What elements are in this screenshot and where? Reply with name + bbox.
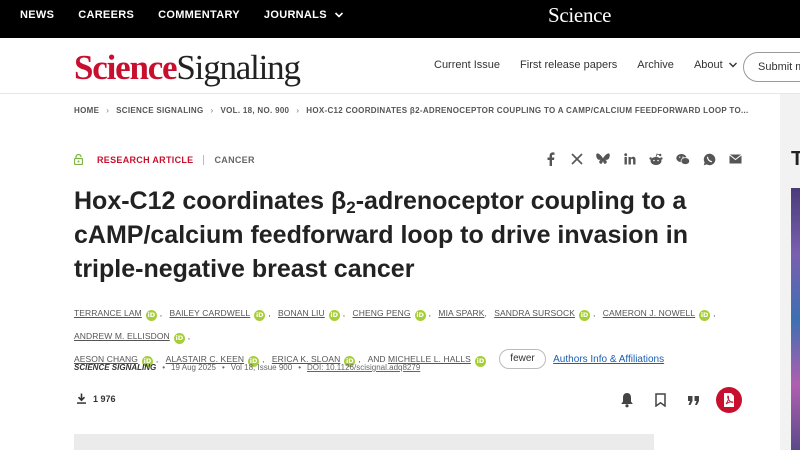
breadcrumb-home[interactable]: HOME	[74, 106, 99, 115]
author-link[interactable]: ANDREW M. ELLISDON	[74, 331, 170, 341]
wechat-icon[interactable]	[675, 152, 690, 166]
author-link[interactable]: CHENG PENG	[352, 308, 410, 318]
breadcrumb-separator: ›	[210, 106, 214, 115]
journal-nav: Current Issue First release papers Archi…	[434, 59, 758, 71]
title-part1: Hox-C12 coordinates β	[74, 187, 347, 215]
nav-current-issue[interactable]: Current Issue	[434, 59, 500, 71]
article-category[interactable]: CANCER	[214, 155, 254, 165]
brand-part2: Signaling	[176, 48, 301, 87]
breadcrumb-separator: ›	[296, 106, 300, 115]
nav-news-label: NEWS	[20, 8, 55, 21]
meta-separator: •	[162, 363, 166, 372]
nav-commentary[interactable]: COMMENTARY	[158, 9, 240, 21]
breadcrumb-separator: ›	[106, 106, 110, 115]
facebook-icon[interactable]	[543, 152, 557, 166]
author-link[interactable]: BONAN LIU	[278, 308, 325, 318]
orcid-icon[interactable]: iD	[173, 333, 185, 344]
reddit-icon[interactable]	[649, 152, 663, 166]
nav-commentary-label: COMMENTARY	[158, 8, 240, 21]
orcid-icon[interactable]: iD	[328, 310, 340, 321]
article-type-label: RESEARCH ARTICLE	[97, 154, 194, 165]
author-link[interactable]: MIA SPARK	[438, 308, 484, 318]
linkedin-icon[interactable]	[623, 152, 637, 166]
publication-date: 19 Aug 2025	[171, 363, 216, 372]
journal-header: ScienceSignaling Current Issue First rel…	[0, 38, 800, 94]
bell-icon[interactable]	[617, 390, 637, 410]
email-icon[interactable]	[729, 152, 743, 166]
author-list: TERRANCE LAM iD, BAILEY CARDWELL iD, BONAN…	[74, 302, 754, 371]
article-meta: SCIENCE SIGNALING • 19 Aug 2025 • Vol 18…	[74, 363, 420, 372]
brand-part1: Science	[74, 48, 178, 87]
fewer-authors-button[interactable]: fewer	[499, 349, 546, 369]
cite-icon[interactable]	[683, 390, 703, 410]
volume-issue[interactable]: Vol 18, Issue 900	[231, 363, 292, 372]
sidebar-cover-image[interactable]	[791, 188, 800, 450]
author-link[interactable]: BAILEY CARDWELL	[170, 308, 251, 318]
nav-archive[interactable]: Archive	[637, 59, 674, 71]
open-access-icon	[74, 154, 83, 165]
orcid-icon[interactable]: iD	[699, 310, 711, 321]
author-link[interactable]: TERRANCE LAM	[74, 308, 142, 318]
article-actions	[617, 387, 742, 413]
orcid-icon[interactable]: iD	[579, 310, 590, 321]
pdf-icon[interactable]	[716, 387, 742, 413]
nav-first-release[interactable]: First release papers	[520, 59, 617, 71]
article-title: Hox-C12 coordinates β2-adrenoceptor coup…	[74, 184, 714, 286]
bookmark-icon[interactable]	[650, 390, 670, 410]
breadcrumb-article: HOX-C12 COORDINATES β2-ADRENOCEPTOR COUP…	[306, 106, 749, 115]
chevron-down-icon	[728, 62, 737, 68]
doi-link[interactable]: DOI: 10.1126/scisignal.adq8279	[307, 363, 420, 372]
global-topbar: NEWS CAREERS COMMENTARY JOURNALS Science	[0, 0, 800, 38]
nav-journals[interactable]: JOURNALS	[264, 9, 344, 21]
journal-name[interactable]: SCIENCE SIGNALING	[74, 363, 156, 372]
download-count-value: 1 976	[93, 393, 116, 404]
breadcrumb: HOME › SCIENCE SIGNALING › VOL. 18, NO. …	[74, 106, 749, 115]
chevron-down-icon	[334, 11, 343, 18]
breadcrumb-issue[interactable]: VOL. 18, NO. 900	[220, 106, 289, 115]
science-logo[interactable]: Science	[548, 3, 612, 28]
title-subscript: 2	[346, 198, 356, 217]
sidebar-title-fragment: T	[791, 148, 800, 170]
meta-separator: •	[298, 363, 301, 372]
download-count: 1 976	[76, 393, 116, 404]
share-toolbar	[543, 152, 755, 166]
breadcrumb-journal[interactable]: SCIENCE SIGNALING	[116, 106, 203, 115]
orcid-icon[interactable]: iD	[145, 310, 157, 321]
orcid-icon[interactable]: iD	[254, 310, 266, 321]
science-signaling-logo[interactable]: ScienceSignaling	[74, 48, 301, 87]
whatsapp-icon[interactable]	[702, 152, 716, 166]
nav-careers-label: CAREERS	[78, 8, 135, 21]
download-icon	[77, 393, 86, 404]
meta-separator: •	[221, 363, 225, 372]
x-icon[interactable]	[570, 152, 584, 166]
author-link[interactable]: CAMERON J. NOWELL	[603, 308, 695, 318]
global-nav: NEWS CAREERS COMMENTARY JOURNALS	[20, 0, 368, 29]
orcid-icon[interactable]: iD	[474, 356, 486, 367]
article-labels: RESEARCH ARTICLE CANCER	[74, 154, 255, 165]
submit-manuscript-button[interactable]: Submit m	[743, 52, 800, 82]
nav-news[interactable]: NEWS	[20, 9, 54, 21]
content-placeholder	[74, 434, 654, 450]
nav-careers[interactable]: CAREERS	[78, 9, 134, 21]
author-link[interactable]: SANDRA SURSOCK	[494, 308, 575, 318]
breadcrumb-bar: HOME › SCIENCE SIGNALING › VOL. 18, NO. …	[0, 94, 800, 128]
orcid-icon[interactable]: iD	[414, 310, 426, 321]
bluesky-icon[interactable]	[596, 152, 610, 166]
authors-affiliations-link[interactable]: Authors Info & Affiliations	[553, 354, 664, 365]
nav-journals-label: JOURNALS	[263, 8, 327, 21]
nav-about-label: About	[693, 59, 723, 71]
label-divider	[203, 154, 205, 165]
nav-about[interactable]: About	[694, 59, 738, 71]
